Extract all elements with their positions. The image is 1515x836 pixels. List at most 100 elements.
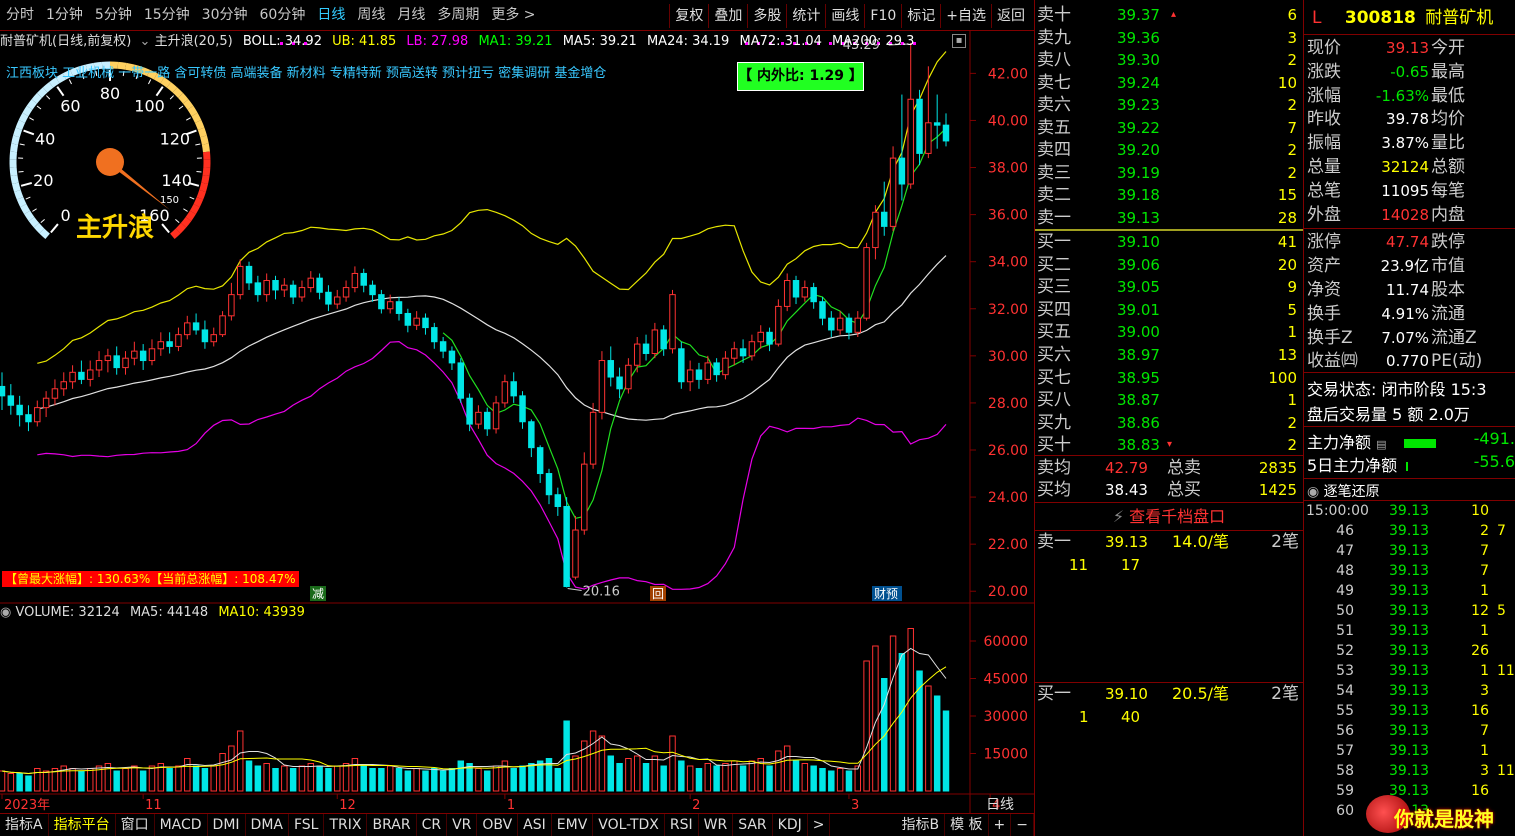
indicator-tab-13[interactable]: EMV	[552, 814, 594, 836]
indicator-tab-15[interactable]: RSI	[665, 814, 699, 836]
indicator-tab-7[interactable]: TRIX	[324, 814, 368, 836]
thousand-level-link[interactable]: ⚡ 查看千档盘口	[1035, 505, 1303, 529]
volume-bar	[598, 735, 606, 792]
candle	[519, 391, 526, 429]
indicator-tab-0[interactable]: 指标A	[0, 814, 49, 836]
return-marker[interactable]: 回	[650, 586, 666, 601]
candle	[360, 268, 367, 293]
period-tab-10[interactable]: 更多 >	[485, 0, 541, 31]
period-tab-9[interactable]: 多周期	[431, 0, 485, 31]
volume-bar	[572, 755, 579, 792]
quote-label: 资产	[1307, 256, 1341, 277]
volume-bar	[448, 768, 456, 792]
indicator-tab-19[interactable]: >	[808, 814, 831, 836]
toolbar-button-3[interactable]: 统计	[786, 3, 825, 28]
toolbar-button-0[interactable]: 复权	[669, 3, 708, 28]
toolbar-button-4[interactable]: 画线	[825, 3, 864, 28]
period-tab-0[interactable]: 分时	[0, 0, 40, 31]
volume-tick-label: 60000	[983, 634, 1028, 650]
candle	[192, 313, 200, 335]
settings-icon[interactable]: ◉	[0, 605, 15, 620]
order-volume: 100	[1268, 368, 1297, 387]
gauge-label: 140	[161, 171, 192, 190]
tick-time: 48	[1336, 563, 1354, 579]
volume-bar	[695, 768, 703, 792]
toolbar-button-8[interactable]: 返回	[991, 3, 1030, 28]
tick-price: 39.13	[1389, 703, 1430, 719]
candle	[245, 261, 253, 290]
gauge-label: 40	[35, 129, 55, 148]
indicator-name[interactable]: 主升浪(20,5)	[155, 34, 233, 49]
price-tick-label: 22.00	[988, 537, 1028, 553]
period-tab-6[interactable]: 日线	[311, 0, 351, 31]
toolbar-button-6[interactable]: 标记	[901, 3, 940, 28]
indicator-tab-14[interactable]: VOL-TDX	[593, 814, 665, 836]
toolbar-button-2[interactable]: 多股	[747, 3, 786, 28]
indicator-tab-10[interactable]: VR	[447, 814, 478, 836]
period-tab-7[interactable]: 周线	[351, 0, 391, 31]
gauge-tick	[20, 181, 33, 187]
quote-label: 涨跌	[1307, 61, 1341, 82]
quote-row: 资产 23.9亿 市值	[1304, 255, 1515, 279]
list-icon[interactable]: ▤	[1376, 438, 1386, 451]
toolbar-button-5[interactable]: F10	[864, 3, 901, 28]
collapse-icon[interactable]: ▪	[952, 34, 966, 48]
volume-bar	[386, 765, 394, 792]
candle	[422, 313, 429, 335]
candle	[766, 327, 773, 352]
candle	[536, 445, 544, 483]
tick-extra: 11	[1497, 663, 1515, 679]
concept-tags[interactable]: 江西板块 工业机械 一带一路 含可转债 高端装备 新材料 专精特新 预高送转 预…	[6, 62, 606, 81]
candle	[828, 311, 835, 338]
tick-header[interactable]: ◉ 逐笔还原	[1307, 481, 1380, 501]
indicator-tab-20[interactable]: 指标B	[896, 814, 946, 836]
indicator-tab-17[interactable]: SAR	[733, 814, 773, 836]
order-volume: 7	[1287, 118, 1297, 137]
period-tab-5[interactable]: 60分钟	[254, 0, 312, 31]
toolbar-button-1[interactable]: 叠加	[708, 3, 747, 28]
indicator-tab-9[interactable]: CR	[417, 814, 448, 836]
reduce-marker[interactable]: 减	[310, 586, 326, 601]
quote-value: -1.63%	[1375, 86, 1429, 105]
indicator-tab-4[interactable]: DMI	[208, 814, 246, 836]
indicator-tab-3[interactable]: MACD	[155, 814, 208, 836]
period-tab-4[interactable]: 30分钟	[196, 0, 254, 31]
indicator-tab-23[interactable]: −	[1011, 814, 1034, 836]
order-volume: 1	[1287, 391, 1297, 410]
volume-bar	[863, 660, 870, 792]
period-label[interactable]: 日线	[986, 797, 1014, 813]
tick-extra: 5	[1497, 603, 1506, 619]
indicator-tab-11[interactable]: OBV	[477, 814, 519, 836]
gauge-arc	[49, 77, 60, 88]
finance-marker[interactable]: 财预	[872, 586, 902, 601]
period-tab-8[interactable]: 月线	[391, 0, 431, 31]
order-price: 39.19	[1117, 163, 1160, 182]
indicator-tab-22[interactable]: +	[989, 814, 1012, 836]
period-tab-3[interactable]: 15分钟	[138, 0, 196, 31]
period-tab-1[interactable]: 1分钟	[40, 0, 89, 31]
indicator-tab-2[interactable]: 窗口	[116, 814, 155, 836]
indicator-tab-12[interactable]: ASI	[518, 814, 552, 836]
tick-price: 39.13	[1389, 583, 1430, 599]
indicator-tab-18[interactable]: KDJ	[773, 814, 808, 836]
candle	[272, 275, 279, 300]
gauge-tick	[29, 117, 34, 121]
toolbar-button-7[interactable]: +自选	[940, 3, 991, 28]
indicator-tab-5[interactable]: DMA	[246, 814, 289, 836]
candle	[175, 327, 182, 352]
volume-bar	[360, 765, 367, 792]
candle	[325, 285, 332, 312]
indicator-tab-16[interactable]: WR	[699, 814, 734, 836]
volume-bar	[810, 765, 817, 792]
tick-price: 39.13	[1389, 643, 1430, 659]
indicator-tab-6[interactable]: FSL	[289, 814, 325, 836]
indicator-tab-1[interactable]: 指标平台	[49, 814, 116, 836]
indicator-tab-21[interactable]: 模 板	[945, 814, 989, 836]
price-tick-label: 38.00	[988, 161, 1028, 177]
dropdown-icon[interactable]: ⌄	[135, 34, 151, 49]
ma5-line	[442, 127, 947, 519]
candle	[184, 315, 191, 340]
candle	[148, 339, 156, 366]
period-tab-2[interactable]: 5分钟	[89, 0, 138, 31]
indicator-tab-8[interactable]: BRAR	[367, 814, 417, 836]
